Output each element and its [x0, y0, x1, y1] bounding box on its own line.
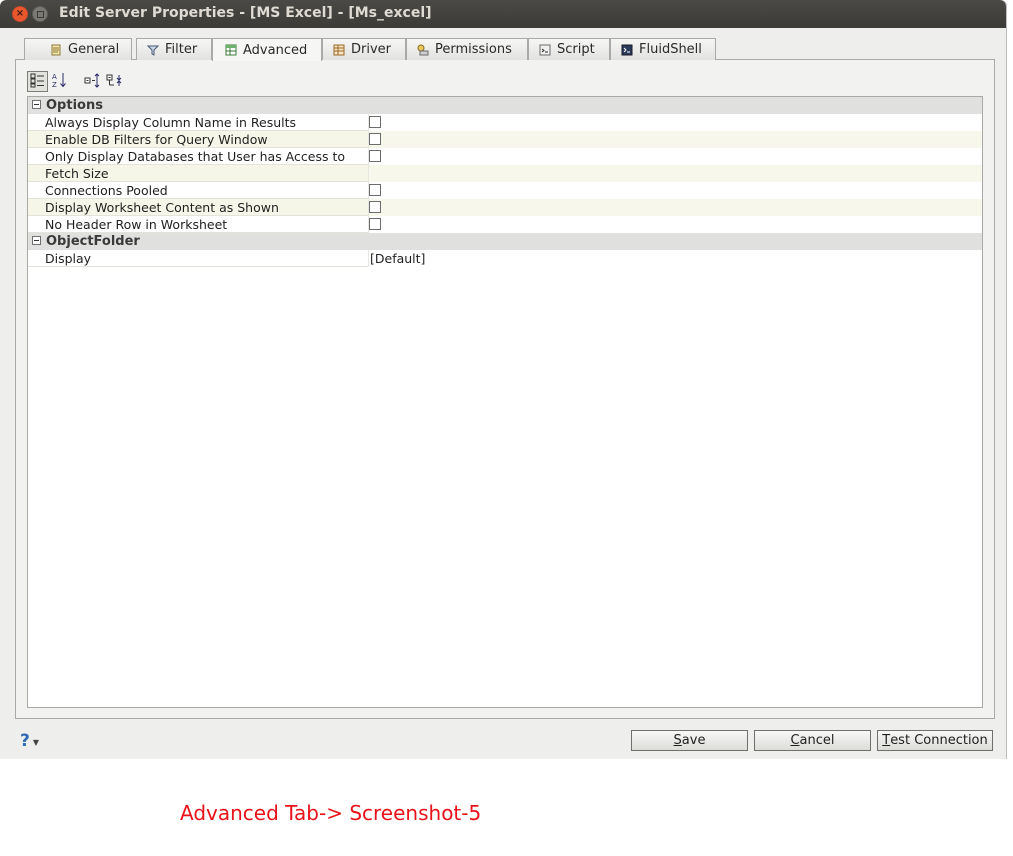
property-value[interactable]: [368, 148, 982, 165]
property-value[interactable]: [368, 216, 982, 233]
filter-icon: [147, 44, 159, 56]
property-row[interactable]: Only Display Databases that User has Acc…: [28, 148, 982, 165]
property-value[interactable]: [368, 114, 982, 131]
tab-label: FluidShell: [639, 42, 702, 57]
tab-label: Filter: [165, 42, 198, 57]
property-name: Enable DB Filters for Query Window: [45, 132, 268, 147]
property-value-text: [Default]: [370, 251, 426, 266]
property-name: Connections Pooled: [45, 183, 168, 198]
tab-filter[interactable]: Filter: [136, 38, 212, 60]
expand-all-icon: [84, 72, 101, 91]
test-mnemonic: T: [882, 733, 891, 748]
tab-fluidshell[interactable]: FluidShell: [610, 38, 716, 60]
property-name: Always Display Column Name in Results: [45, 115, 297, 130]
collapse-all-button[interactable]: [104, 71, 125, 92]
category-label: ObjectFolder: [46, 234, 140, 249]
screenshot-caption: Advanced Tab-> Screenshot-5: [180, 801, 482, 825]
property-row[interactable]: Always Display Column Name in Results: [28, 114, 982, 131]
tab-driver[interactable]: Driver: [322, 38, 406, 60]
general-icon: [50, 44, 62, 56]
no-header-row-checkbox[interactable]: [369, 218, 381, 230]
property-row[interactable]: No Header Row in Worksheet: [28, 216, 982, 233]
help-icon: ?: [20, 731, 30, 751]
property-name: No Header Row in Worksheet: [45, 217, 228, 232]
property-row[interactable]: Connections Pooled: [28, 182, 982, 199]
property-name: Display Worksheet Content as Shown: [45, 200, 279, 215]
category-objectfolder[interactable]: ObjectFolder: [28, 233, 982, 250]
tab-advanced[interactable]: Advanced: [212, 38, 322, 61]
save-label-rest: ave: [681, 733, 706, 748]
tab-general[interactable]: General: [24, 38, 132, 60]
connections-pooled-checkbox[interactable]: [369, 184, 381, 196]
category-label: Options: [46, 98, 103, 113]
window-title: Edit Server Properties - [MS Excel] - [M…: [59, 5, 432, 21]
property-name: Only Display Databases that User has Acc…: [45, 149, 345, 164]
only-display-accessible-databases-checkbox[interactable]: [369, 150, 381, 162]
display-worksheet-content-checkbox[interactable]: [369, 201, 381, 213]
test-label-rest: est Connection: [890, 733, 988, 748]
collapse-icon[interactable]: [32, 236, 41, 245]
cancel-button[interactable]: Cancel: [754, 730, 871, 751]
tab-label: Script: [557, 42, 595, 57]
help-button[interactable]: ? ▼: [20, 731, 39, 751]
maximize-icon: [36, 10, 44, 18]
tab-label: General: [68, 42, 120, 57]
driver-icon: [333, 44, 345, 56]
always-display-column-name-checkbox[interactable]: [369, 116, 381, 128]
test-connection-button[interactable]: Test Connection: [877, 730, 993, 751]
tab-label: Driver: [351, 42, 392, 57]
display-folder-value[interactable]: [Default]: [368, 250, 982, 267]
collapse-all-icon: [106, 73, 123, 91]
tab-label: Advanced: [243, 42, 308, 58]
expand-all-button[interactable]: [82, 71, 103, 92]
enable-db-filters-checkbox[interactable]: [369, 133, 381, 145]
save-button[interactable]: Save: [631, 730, 748, 751]
save-mnemonic: S: [673, 733, 682, 748]
tab-label: Permissions: [435, 42, 512, 57]
property-row[interactable]: Enable DB Filters for Query Window: [28, 131, 982, 148]
fetch-size-input[interactable]: [368, 165, 982, 182]
category-options[interactable]: Options: [28, 97, 982, 114]
property-value[interactable]: [368, 131, 982, 148]
fluidshell-icon: [621, 44, 633, 56]
permissions-icon: [417, 44, 429, 56]
collapse-icon[interactable]: [32, 100, 41, 109]
dropdown-arrow-icon: ▼: [32, 738, 40, 747]
sort-alphabetical-icon: AZ: [52, 72, 67, 91]
categorized-view-button[interactable]: [27, 71, 48, 92]
property-row[interactable]: Display [Default]: [28, 250, 982, 267]
property-row[interactable]: Fetch Size: [28, 165, 982, 182]
tab-permissions[interactable]: Permissions: [406, 38, 528, 60]
cancel-label-rest: ancel: [799, 733, 835, 748]
tab-script[interactable]: Script: [528, 38, 610, 60]
close-icon: ×: [15, 8, 25, 19]
svg-text:A: A: [52, 73, 57, 81]
property-name: Fetch Size: [45, 166, 109, 181]
maximize-window-button[interactable]: [32, 6, 48, 22]
advanced-icon: [225, 44, 237, 56]
close-window-button[interactable]: ×: [12, 6, 28, 22]
script-icon: [539, 44, 551, 56]
property-sheet: Options Always Display Column Name in Re…: [27, 96, 983, 708]
svg-text:Z: Z: [52, 81, 57, 88]
title-bar[interactable]: × Edit Server Properties - [MS Excel] - …: [0, 0, 1006, 28]
property-value[interactable]: [368, 182, 982, 199]
property-name: Display: [45, 251, 92, 266]
cancel-mnemonic: C: [790, 733, 800, 748]
property-row[interactable]: Display Worksheet Content as Shown: [28, 199, 982, 216]
sort-alphabetical-button[interactable]: AZ: [49, 71, 70, 92]
dialog-window: × Edit Server Properties - [MS Excel] - …: [0, 0, 1007, 759]
property-value[interactable]: [368, 199, 982, 216]
categorized-view-icon: [30, 73, 45, 91]
